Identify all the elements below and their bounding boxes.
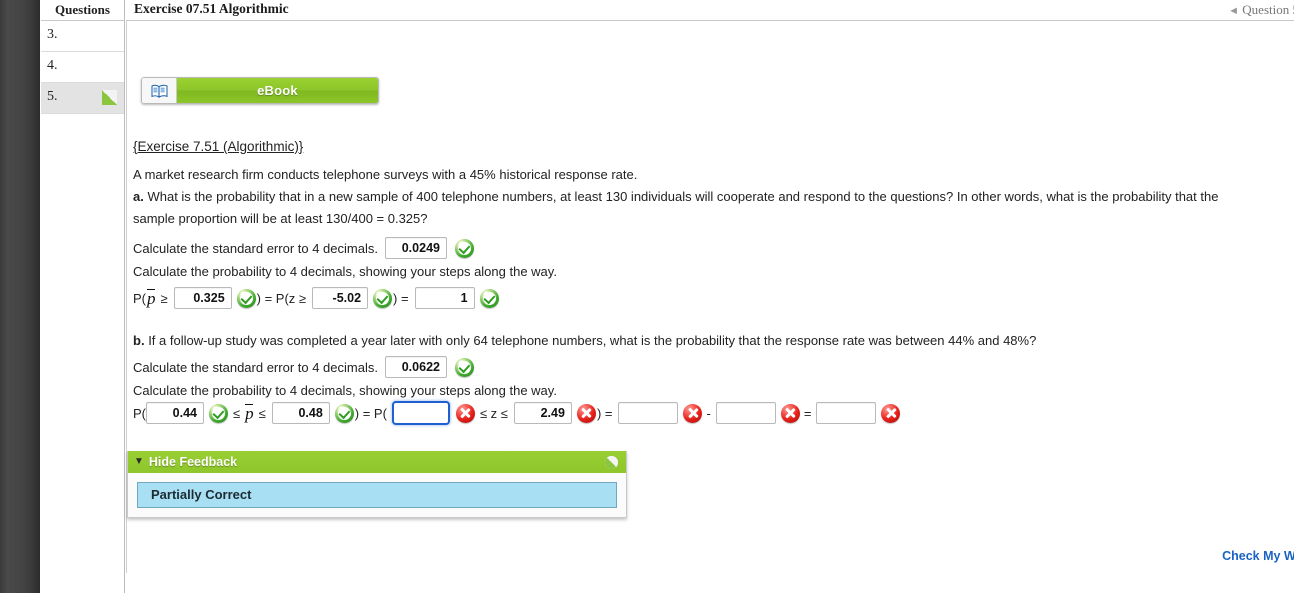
main-content: Exercise 07.51 Algorithmic ◄ Question 5 … [126, 0, 1294, 593]
feedback-result-badge: Partially Correct [137, 482, 617, 508]
part-a-formula-prefix: P( [133, 290, 146, 306]
part-a-probability-input[interactable] [414, 287, 475, 309]
part-a-z-value-input[interactable] [312, 287, 369, 309]
question-body-panel: eBook {Exercise 7.51 (Algorithmic)} A ma… [126, 21, 1294, 573]
part-a-marker: a. [133, 189, 144, 204]
incorrect-x-icon [455, 403, 475, 423]
part-a-line2: sample proportion will be at least 130/4… [133, 211, 428, 226]
question-number: 4. [47, 58, 58, 73]
status-partial-icon [605, 456, 618, 469]
part-a-se-label: Calculate the standard error to 4 decima… [133, 240, 378, 256]
part-b-op-3: ≤ z ≤ [479, 405, 508, 421]
part-b-lower-bound-input[interactable] [146, 402, 204, 424]
part-b-term1-input[interactable] [618, 402, 679, 424]
part-a-text: What is the probability that in a new sa… [147, 189, 1219, 204]
part-b-z-lower-input[interactable] [391, 401, 450, 425]
exercise-header-bar: Exercise 07.51 Algorithmic ◄ Question 5 [126, 0, 1294, 21]
feedback-body: Partially Correct [128, 473, 626, 517]
correct-check-icon [236, 288, 256, 308]
correct-check-icon [479, 288, 499, 308]
correct-check-icon [454, 238, 474, 258]
question-nav-label: Question 5 [1242, 2, 1294, 17]
part-a-formula-eq: ) = [393, 290, 409, 306]
check-my-work-link-bottom[interactable]: Check My Wor [1222, 549, 1294, 563]
page-root: Questions 3. 4. 5. Exercise 07.51 Algori… [0, 0, 1294, 593]
part-b-se-label: Calculate the standard error to 4 decima… [133, 359, 378, 375]
questions-sidebar: Questions 3. 4. 5. [41, 0, 125, 593]
incorrect-x-icon [576, 403, 596, 423]
correct-check-icon [209, 403, 228, 423]
part-b-formula-mid: ) = P( [354, 405, 387, 421]
part-b-se-row: Calculate the standard error to 4 decima… [133, 356, 474, 378]
part-a-formula-row: P( p ≥ ) = P(z ≥ ) = [133, 287, 499, 309]
part-a-se-row: Calculate the standard error to 4 decima… [133, 237, 474, 259]
question-number: 5. [47, 89, 58, 104]
part-b-upper-bound-input[interactable] [271, 402, 330, 424]
part-a-prob-label: Calculate the probability to 4 decimals,… [133, 264, 557, 279]
part-b-op-1: ≤ [233, 405, 241, 421]
part-a-pbar-value-input[interactable] [173, 287, 232, 309]
p-bar-symbol: p [245, 403, 254, 423]
part-b-text: If a follow-up study was completed a yea… [148, 333, 1037, 348]
left-chrome-strip [0, 0, 40, 593]
feedback-panel: ▼ Hide Feedback Partially Correct [127, 451, 627, 518]
sidebar-item-question-3[interactable]: 3. [41, 21, 124, 52]
part-b-term2-input[interactable] [715, 402, 776, 424]
part-a-formula-mid: ) = P(z ≥ [256, 290, 307, 306]
part-a-op-1: ≥ [160, 290, 168, 306]
status-complete-icon [102, 59, 117, 74]
sidebar-header: Questions [41, 0, 124, 21]
part-b-marker: b. [133, 333, 145, 348]
exercise-reference-link[interactable]: {Exercise 7.51 (Algorithmic)} [133, 139, 303, 154]
part-b-z-upper-input[interactable] [513, 402, 572, 424]
chevron-down-icon: ▼ [134, 456, 144, 467]
status-partial-icon [102, 90, 117, 105]
p-bar-symbol: p [146, 288, 156, 308]
part-b-op-2: ≤ [258, 405, 266, 421]
page-title: Exercise 07.51 Algorithmic [134, 1, 289, 16]
hide-feedback-toggle[interactable]: ▼ Hide Feedback [128, 451, 626, 473]
incorrect-x-icon [683, 403, 703, 423]
question-nav[interactable]: ◄ Question 5 [1228, 2, 1294, 18]
prev-question-arrow-icon[interactable]: ◄ [1228, 5, 1239, 17]
sidebar-item-question-5[interactable]: 5. [41, 83, 124, 114]
part-b-formula-eq2: = [803, 405, 812, 421]
part-b-standard-error-input[interactable] [384, 356, 447, 378]
correct-check-icon [334, 403, 354, 423]
correct-check-icon [454, 357, 474, 377]
question-number: 3. [47, 27, 58, 42]
part-b-prob-label: Calculate the probability to 4 decimals,… [133, 383, 557, 398]
part-a-standard-error-input[interactable] [384, 237, 447, 259]
hide-feedback-label: Hide Feedback [148, 455, 238, 469]
part-a-line1: a. What is the probability that in a new… [133, 186, 1218, 208]
book-icon [142, 78, 177, 103]
part-b-line1: b. If a follow-up study was completed a … [133, 330, 1036, 352]
sidebar-item-question-4[interactable]: 4. [41, 52, 124, 83]
part-b-formula-eq1: ) = [596, 405, 613, 421]
correct-check-icon [373, 288, 393, 308]
incorrect-x-icon [780, 403, 800, 423]
incorrect-x-icon [881, 403, 901, 423]
part-b-result-input[interactable] [816, 402, 877, 424]
part-b-formula-row: P( ≤ p ≤ ) = P( ≤ z ≤ ) = - [133, 401, 901, 425]
status-complete-icon [102, 28, 117, 43]
part-b-formula-prefix: P( [133, 405, 146, 421]
question-intro-text: A market research firm conducts telephon… [133, 167, 638, 182]
ebook-button-label: eBook [177, 78, 378, 103]
part-b-minus-sign: - [706, 405, 711, 421]
ebook-button[interactable]: eBook [141, 77, 379, 104]
